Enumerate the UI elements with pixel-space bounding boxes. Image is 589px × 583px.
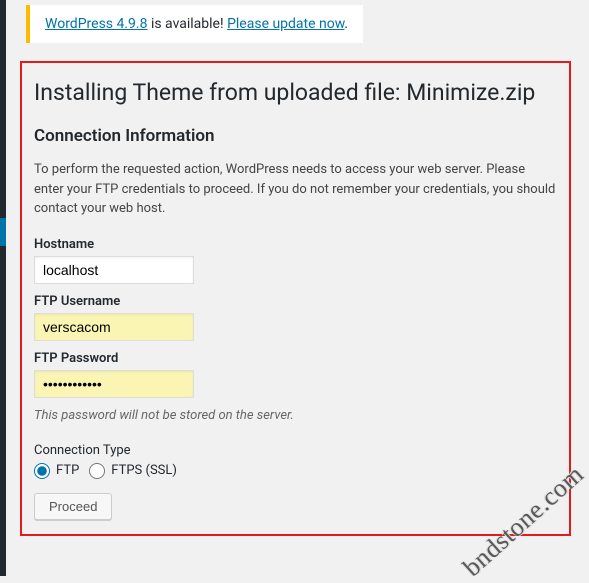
update-mid-text: is available! xyxy=(147,16,227,32)
ftps-radio-label[interactable]: FTPS (SSL) xyxy=(111,463,177,478)
content-wrap: WordPress 4.9.8 is available! Please upd… xyxy=(6,0,589,536)
ftp-username-field: FTP Username xyxy=(34,294,557,341)
password-hint: This password will not be stored on the … xyxy=(34,408,557,423)
page-title: Installing Theme from uploaded file: Min… xyxy=(34,79,557,106)
hostname-label: Hostname xyxy=(34,237,557,252)
update-now-link[interactable]: Please update now xyxy=(227,16,344,32)
ftp-radio[interactable] xyxy=(34,463,50,479)
ftp-username-input[interactable] xyxy=(34,313,194,341)
ftp-radio-label[interactable]: FTP xyxy=(56,463,79,478)
wp-version-link[interactable]: WordPress 4.9.8 xyxy=(45,16,147,32)
update-period: . xyxy=(344,16,348,32)
update-notice: WordPress 4.9.8 is available! Please upd… xyxy=(26,5,363,43)
admin-sidebar-sliver xyxy=(0,0,6,576)
intro-text: To perform the requested action, WordPre… xyxy=(34,160,557,219)
hostname-field: Hostname xyxy=(34,237,557,284)
ftp-password-field: FTP Password xyxy=(34,351,557,398)
sidebar-active-accent xyxy=(0,218,6,246)
proceed-button[interactable]: Proceed xyxy=(34,493,112,520)
install-panel: Installing Theme from uploaded file: Min… xyxy=(20,61,571,536)
ftps-radio[interactable] xyxy=(89,463,105,479)
connection-type-group: FTP FTPS (SSL) xyxy=(34,463,557,479)
hostname-input[interactable] xyxy=(34,256,194,284)
ftp-password-input[interactable] xyxy=(34,370,194,398)
ftp-password-label: FTP Password xyxy=(34,351,557,366)
section-title: Connection Information xyxy=(34,126,557,146)
ftp-username-label: FTP Username xyxy=(34,294,557,309)
connection-type-label: Connection Type xyxy=(34,443,557,458)
